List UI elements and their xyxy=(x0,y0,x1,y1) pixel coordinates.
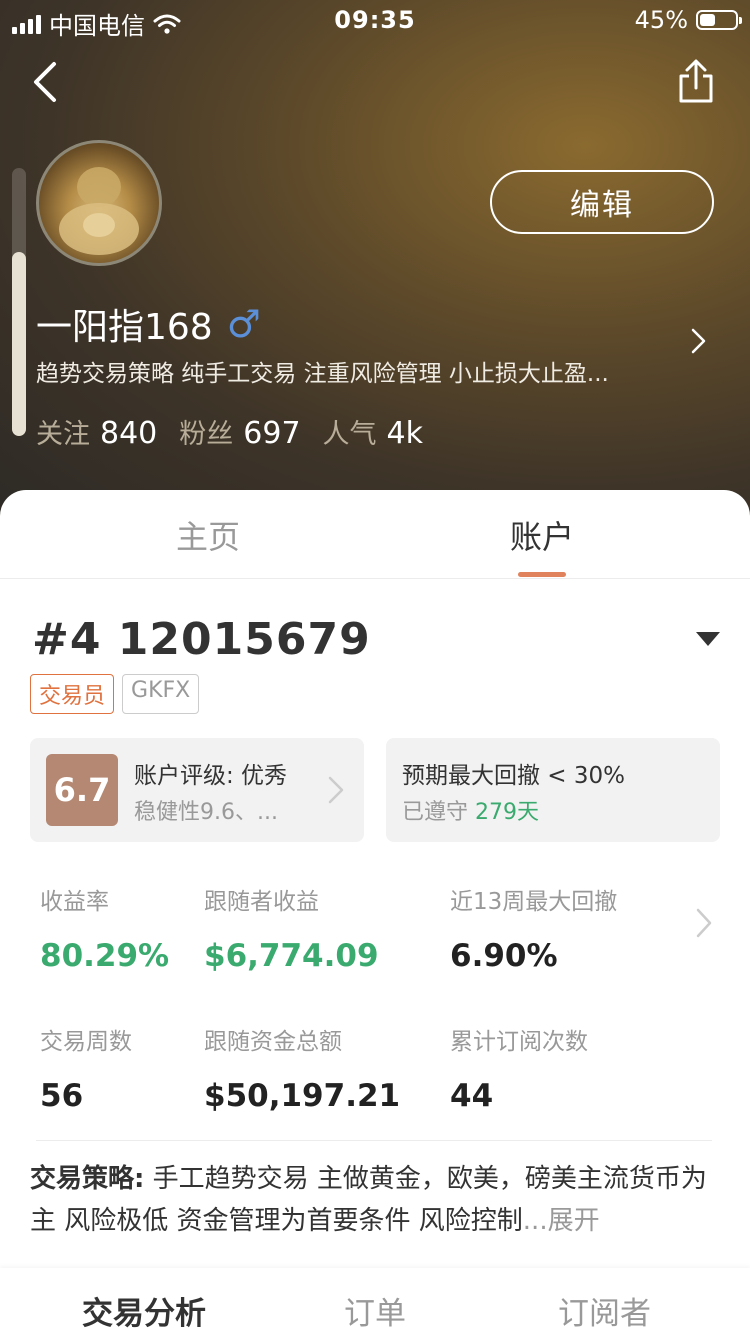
strategy-text: 交易策略: 手工趋势交易 主做黄金，欧美，磅美主流货币为主 风险极低 资金管理为… xyxy=(30,1158,720,1242)
metric-follower-profit: 跟随者收益 $6,774.09 xyxy=(204,889,379,974)
profile-header: 中国电信 09:35 45% 编辑 一阳指168 ♂ 趋势交易策略 纯手工交易 … xyxy=(0,0,750,520)
status-bar: 中国电信 09:35 45% xyxy=(0,0,750,40)
tab-orders[interactable]: 订单 xyxy=(344,1288,406,1333)
tab-trade-analysis[interactable]: 交易分析 xyxy=(82,1288,206,1333)
profile-stats: 关注 840 粉丝 697 人气 4k xyxy=(36,412,423,451)
rating-card[interactable]: 6.7 账户评级: 优秀 稳健性9.6、... xyxy=(30,738,364,842)
tab-home[interactable]: 主页 xyxy=(176,512,240,558)
profile-bio: 趋势交易策略 纯手工交易 注重风险管理 小止损大止盈... xyxy=(36,361,609,387)
metric-total-follow-funds: 跟随资金总额 $50,197.21 xyxy=(204,1029,401,1114)
rating-score: 6.7 xyxy=(46,754,118,826)
profile-name-row: 一阳指168 ♂ xyxy=(36,298,261,350)
tab-indicator xyxy=(518,572,566,577)
avatar-image xyxy=(59,167,139,255)
divider xyxy=(36,1140,712,1141)
drawdown-card: 预期最大回撤 < 30% 已遵守 279天 xyxy=(386,738,720,842)
chevron-right-icon[interactable] xyxy=(688,326,710,356)
drawdown-title: 预期最大回撤 < 30% xyxy=(402,763,626,789)
tab-account[interactable]: 账户 xyxy=(510,512,574,558)
scrollbar-thumb[interactable] xyxy=(12,252,26,436)
chevron-right-icon xyxy=(328,776,344,804)
account-card: 主页 账户 #4 12015679 交易员 GKFX 6.7 账户评级: 优秀 … xyxy=(0,490,750,1334)
account-tags: 交易员 GKFX xyxy=(30,674,200,714)
battery-icon xyxy=(696,10,742,30)
stat-popularity: 人气 4k xyxy=(322,416,423,451)
rating-subtitle: 稳健性9.6、... xyxy=(134,800,278,825)
rating-title: 账户评级: 优秀 xyxy=(134,763,288,789)
male-gender-icon: ♂ xyxy=(226,302,261,346)
stat-following[interactable]: 关注 840 xyxy=(36,412,157,451)
drawdown-compliance: 已遵守 279天 xyxy=(402,800,539,825)
back-arrow-icon[interactable] xyxy=(26,60,70,104)
metric-max-drawdown-13w: 近13周最大回撤 6.90% xyxy=(450,889,618,974)
metric-return-rate: 收益率 80.29% xyxy=(40,889,170,974)
metric-subscription-count: 累计订阅次数 44 xyxy=(450,1029,588,1114)
metric-trading-weeks: 交易周数 56 xyxy=(40,1029,132,1114)
dropdown-triangle-icon[interactable] xyxy=(696,632,720,646)
expand-link[interactable]: ...展开 xyxy=(523,1206,600,1236)
metrics-chevron-right-icon[interactable] xyxy=(694,906,714,940)
stat-followers[interactable]: 粉丝 697 xyxy=(179,412,300,451)
battery-percent: 45% xyxy=(634,6,688,34)
drawdown-days: 279天 xyxy=(475,800,539,825)
share-icon[interactable] xyxy=(676,58,716,104)
scrollbar[interactable] xyxy=(12,168,26,436)
trader-tag: 交易员 xyxy=(30,674,115,714)
bottom-tabs: 交易分析 订单 订阅者 xyxy=(0,1268,750,1334)
profile-tabs: 主页 账户 xyxy=(0,490,750,579)
edit-profile-button[interactable]: 编辑 xyxy=(490,170,714,234)
strategy-label: 交易策略: xyxy=(30,1164,145,1194)
account-title: #4 12015679 xyxy=(32,614,371,665)
profile-name: 一阳指168 xyxy=(36,307,213,348)
tab-subscribers[interactable]: 订阅者 xyxy=(558,1288,651,1333)
broker-tag: GKFX xyxy=(122,674,200,714)
avatar[interactable] xyxy=(36,140,162,266)
